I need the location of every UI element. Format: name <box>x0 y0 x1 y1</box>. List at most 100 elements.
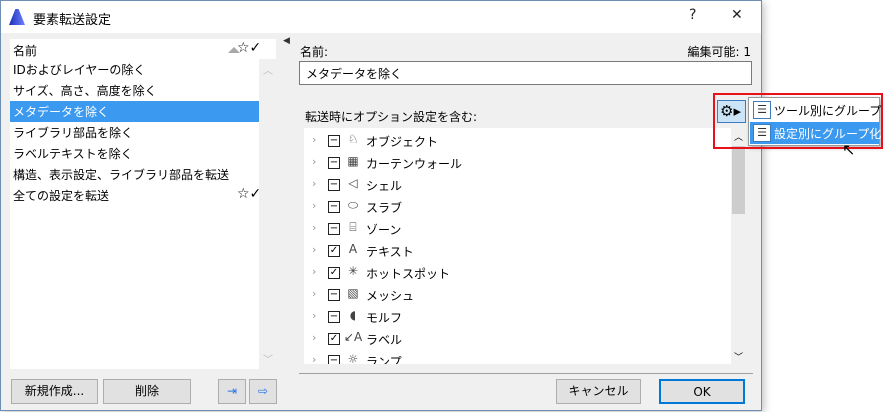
curtain-wall-icon: ▦ <box>347 154 359 168</box>
title-bar: 要素転送設定 ? ✕ <box>1 1 761 33</box>
tree-item[interactable]: › − ◁ シェル <box>304 174 729 196</box>
list-item-label: ラベルテキストを除く <box>13 147 133 161</box>
expand-chevron-icon[interactable]: › <box>312 309 316 322</box>
zone-icon: ⌸ <box>349 220 357 234</box>
options-label: 転送時にオプション設定を含む: <box>305 110 478 124</box>
tree-item[interactable]: › − ◖ モルフ <box>304 306 729 328</box>
tree-item-label: モルフ <box>366 311 403 325</box>
tree-item[interactable]: › ✓ ✳ ホットスポット <box>304 262 729 284</box>
expand-chevron-icon[interactable]: › <box>312 331 316 344</box>
expand-chevron-icon[interactable]: › <box>312 133 316 146</box>
collapse-panel-icon[interactable]: ◀ <box>283 36 290 46</box>
tree-item[interactable]: › − ♘ オブジェクト <box>304 130 729 152</box>
ok-button[interactable]: OK <box>659 379 745 404</box>
tree-item-label: ランプ <box>366 355 402 364</box>
list-item[interactable]: メタデータを除く <box>10 101 259 122</box>
name-label: 名前: <box>300 45 329 59</box>
checkbox-checked[interactable]: ✓ <box>328 333 340 345</box>
checkbox-partial[interactable]: − <box>328 135 340 147</box>
checkbox-partial[interactable]: − <box>328 355 340 364</box>
tree-item-label: ゾーン <box>366 223 402 237</box>
lamp-icon: ☼ <box>347 352 359 364</box>
checkbox-partial[interactable]: − <box>328 179 340 191</box>
expand-chevron-icon[interactable]: › <box>312 287 316 300</box>
tree-item[interactable]: › − ▧ メッシュ <box>304 284 729 306</box>
settings-list[interactable]: 名前 ☆✓ IDおよびレイヤーの除く サイズ、高さ、高度を除く メタデータを除くライ… <box>10 39 276 369</box>
shell-icon: ◁ <box>348 176 358 190</box>
list-item-label: 構造、表示設定、ライブラリ部品を転送 <box>13 168 230 182</box>
checkbox-checked[interactable]: ✓ <box>328 267 340 279</box>
scroll-up-icon[interactable]: ︿ <box>263 62 273 77</box>
name-column-header[interactable]: 名前 <box>13 42 37 59</box>
list-scrollbar[interactable]: ︿ ﹀ <box>259 59 276 369</box>
list-item[interactable]: IDおよびレイヤーの除く <box>10 59 259 80</box>
scroll-down-icon[interactable]: ﹀ <box>734 350 743 363</box>
element-transfer-settings-dialog: 要素転送設定 ? ✕ 名前 ☆✓ IDおよびレイヤーの除く サイズ、高さ、高度を除… <box>0 0 762 411</box>
editable-count: 編集可能: 1 <box>687 45 752 59</box>
checkbox-checked[interactable]: ✓ <box>328 245 340 257</box>
help-button[interactable]: ? <box>689 7 696 23</box>
import-icon[interactable]: ⇥ <box>218 379 246 404</box>
scroll-down-icon[interactable]: ﹀ <box>263 351 273 366</box>
tree-item-label: オブジェクト <box>366 135 439 149</box>
export-icon[interactable]: ⇨ <box>249 379 277 404</box>
expand-chevron-icon[interactable]: › <box>312 155 316 168</box>
expand-chevron-icon[interactable]: › <box>312 353 316 364</box>
slab-icon: ⬭ <box>347 198 359 212</box>
list-item[interactable]: 全ての設定を転送 ☆✓ <box>10 185 261 206</box>
object-icon: ♘ <box>347 132 359 146</box>
tree-item-label: シェル <box>366 179 403 193</box>
tree-item-label: ラベル <box>366 333 403 347</box>
checkbox-partial[interactable]: − <box>328 157 340 169</box>
app-logo-icon <box>9 9 25 25</box>
text-icon: A <box>348 242 358 256</box>
checkbox-partial[interactable]: − <box>328 289 340 301</box>
tree-item-label: カーテンウォール <box>366 157 463 171</box>
highlight-annotation-box <box>713 93 883 149</box>
list-item-label: 全ての設定を転送 <box>13 189 110 203</box>
new-button[interactable]: 新規作成... <box>11 379 98 404</box>
favorite-column-star-check-icon[interactable]: ☆✓ <box>237 40 261 56</box>
cancel-button[interactable]: キャンセル <box>556 379 641 404</box>
list-item-label: ライブラリ部品を除く <box>13 126 134 140</box>
tree-item[interactable]: › ✓ ↙A ラベル <box>304 328 729 350</box>
expand-chevron-icon[interactable]: › <box>312 243 316 256</box>
scroll-thumb[interactable] <box>732 146 745 214</box>
tree-item[interactable]: › − ▦ カーテンウォール <box>304 152 729 174</box>
morph-icon: ◖ <box>349 308 357 322</box>
list-item-label: IDおよびレイヤーの除く <box>13 63 146 77</box>
expand-chevron-icon[interactable]: › <box>312 177 316 190</box>
tree-item[interactable]: › ✓ A テキスト <box>304 240 729 262</box>
checkbox-partial[interactable]: − <box>328 223 340 235</box>
list-header[interactable]: 名前 <box>10 39 259 59</box>
list-item-label: メタデータを除く <box>13 105 110 119</box>
list-item-label: サイズ、高さ、高度を除く <box>13 84 157 98</box>
tree-scrollbar[interactable]: ︿ ﹀ <box>731 128 746 364</box>
mesh-icon: ▧ <box>347 286 359 300</box>
window-title: 要素転送設定 <box>33 13 112 28</box>
tree-item-label: スラブ <box>366 201 403 215</box>
list-item[interactable]: ラベルテキストを除く <box>10 143 259 164</box>
hotspot-icon: ✳ <box>347 264 359 278</box>
checkbox-partial[interactable]: − <box>328 311 340 323</box>
delete-button[interactable]: 削除 <box>103 379 191 404</box>
list-item[interactable]: サイズ、高さ、高度を除く <box>10 80 259 101</box>
tree-item[interactable]: › − ⬭ スラブ <box>304 196 729 218</box>
checkbox-partial[interactable]: − <box>328 201 340 213</box>
options-tree[interactable]: › − ♘ オブジェクト › − ▦ カーテンウォール › − ◁ シェル › − ⬭ スラブ › − ⌸ ゾーン › ✓… <box>304 128 746 364</box>
close-button[interactable]: ✕ <box>731 7 743 23</box>
expand-chevron-icon[interactable]: › <box>312 221 316 234</box>
list-item[interactable]: 構造、表示設定、ライブラリ部品を転送 <box>10 164 259 185</box>
name-input[interactable] <box>299 61 752 85</box>
list-item[interactable]: ライブラリ部品を除く <box>10 122 259 143</box>
expand-chevron-icon[interactable]: › <box>312 265 316 278</box>
tree-item[interactable]: › − ☼ ランプ <box>304 350 729 364</box>
mouse-cursor-icon: ↖ <box>842 140 856 159</box>
divider <box>299 373 753 374</box>
expand-chevron-icon[interactable]: › <box>312 199 316 212</box>
tree-item-label: メッシュ <box>366 289 415 303</box>
tree-item-label: ホットスポット <box>366 267 451 281</box>
tree-item-label: テキスト <box>366 245 414 259</box>
favorite-star-icon[interactable]: ☆✓ <box>237 186 261 202</box>
tree-item[interactable]: › − ⌸ ゾーン <box>304 218 729 240</box>
